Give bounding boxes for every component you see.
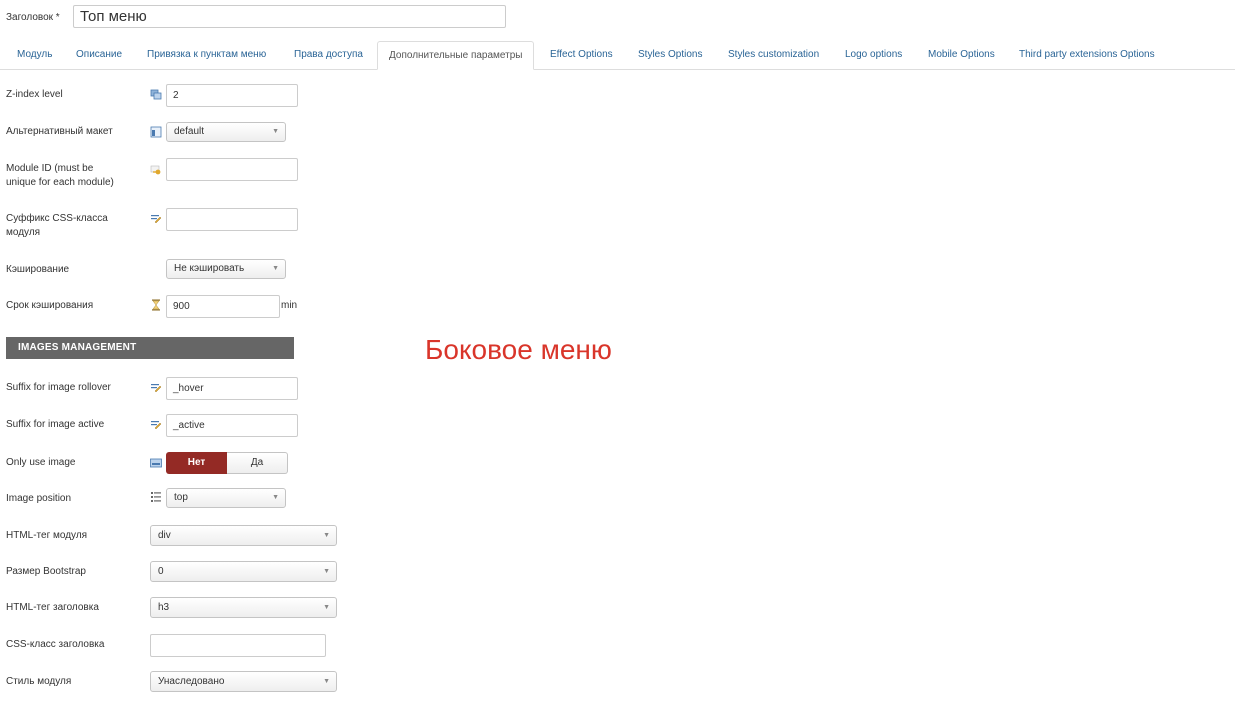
header-class-label: CSS-класс заголовка bbox=[6, 639, 105, 650]
chevron-down-icon: ▼ bbox=[323, 604, 330, 611]
module-style-label: Стиль модуля bbox=[6, 676, 72, 687]
tab-bar: Модуль Описание Привязка к пунктам меню … bbox=[0, 41, 1235, 70]
title-input[interactable]: Топ меню bbox=[73, 5, 506, 28]
image-position-select[interactable]: top ▼ bbox=[166, 488, 286, 508]
only-image-label: Only use image bbox=[6, 457, 76, 468]
html-tag-select-value: div bbox=[158, 530, 171, 541]
rollover-suffix-label: Suffix for image rollover bbox=[6, 382, 111, 393]
tab-mobile-options[interactable]: Mobile Options bbox=[917, 41, 1006, 69]
pencil-icon bbox=[151, 384, 162, 393]
rollover-suffix-input[interactable]: _hover bbox=[166, 377, 298, 400]
zindex-label: Z-index level bbox=[6, 89, 63, 100]
chevron-down-icon: ▼ bbox=[323, 532, 330, 539]
tab-permissions[interactable]: Права доступа bbox=[283, 41, 374, 69]
css-suffix-label-line2: модуля bbox=[6, 227, 41, 238]
pencil-icon bbox=[151, 215, 162, 224]
images-management-header: IMAGES MANAGEMENT bbox=[6, 337, 294, 359]
bootstrap-size-select-value: 0 bbox=[158, 566, 164, 577]
module-id-label-line1: Module ID (must be bbox=[6, 163, 94, 174]
tab-logo-options[interactable]: Logo options bbox=[834, 41, 913, 69]
only-image-no-button[interactable]: Нет bbox=[166, 452, 227, 474]
image-position-label: Image position bbox=[6, 493, 72, 504]
list-icon bbox=[151, 492, 161, 502]
active-suffix-label: Suffix for image active bbox=[6, 419, 105, 430]
module-id-label-line2: unique for each module) bbox=[6, 177, 114, 188]
caching-label: Кэширование bbox=[6, 264, 70, 275]
tab-menu-assignment[interactable]: Привязка к пунктам меню bbox=[136, 41, 277, 69]
key-icon bbox=[150, 165, 161, 175]
hourglass-icon bbox=[152, 299, 160, 311]
bootstrap-size-label: Размер Bootstrap bbox=[6, 566, 86, 577]
layout-label: Альтернативный макет bbox=[6, 126, 113, 137]
tab-styles-options[interactable]: Styles Options bbox=[627, 41, 713, 69]
layout-select-value: default bbox=[174, 126, 205, 137]
header-tag-select-value: h3 bbox=[158, 602, 170, 613]
tab-styles-customization[interactable]: Styles customization bbox=[717, 41, 830, 69]
layout-icon bbox=[150, 126, 162, 138]
annotation-text: Боковое меню bbox=[425, 334, 612, 365]
active-suffix-input[interactable]: _active bbox=[166, 414, 298, 437]
chevron-down-icon: ▼ bbox=[323, 568, 330, 575]
chevron-down-icon: ▼ bbox=[272, 494, 279, 501]
css-suffix-label-line1: Суффикс CSS-класса bbox=[6, 213, 108, 224]
header-tag-label: HTML-тег заголовка bbox=[6, 602, 99, 613]
image-icon bbox=[150, 458, 162, 468]
cache-time-label: Срок кэширования bbox=[6, 300, 94, 311]
caching-select[interactable]: Не кэшировать ▼ bbox=[166, 259, 286, 279]
pencil-icon bbox=[151, 421, 162, 430]
tab-description[interactable]: Описание bbox=[65, 41, 133, 69]
only-image-toggle: Нет Да bbox=[166, 452, 288, 474]
only-image-yes-button[interactable]: Да bbox=[227, 452, 288, 474]
tab-advanced[interactable]: Дополнительные параметры bbox=[377, 41, 535, 70]
html-tag-select[interactable]: div ▼ bbox=[150, 525, 337, 546]
chevron-down-icon: ▼ bbox=[323, 678, 330, 685]
css-suffix-input[interactable] bbox=[166, 208, 298, 231]
tab-module[interactable]: Модуль bbox=[6, 41, 63, 69]
html-tag-label: HTML-тег модуля bbox=[6, 530, 88, 541]
chevron-down-icon: ▼ bbox=[272, 265, 279, 272]
zindex-input[interactable]: 2 bbox=[166, 84, 298, 107]
module-style-select-value: Унаследовано bbox=[158, 676, 225, 687]
cache-time-input[interactable]: 900 bbox=[166, 295, 280, 318]
module-style-select[interactable]: Унаследовано ▼ bbox=[150, 671, 337, 692]
chevron-down-icon: ▼ bbox=[272, 128, 279, 135]
bootstrap-size-select[interactable]: 0 ▼ bbox=[150, 561, 337, 582]
layout-select[interactable]: default ▼ bbox=[166, 122, 286, 142]
image-position-select-value: top bbox=[174, 492, 188, 503]
tab-effect-options[interactable]: Effect Options bbox=[539, 41, 624, 69]
title-label: Заголовок * bbox=[6, 12, 60, 23]
cache-time-unit: min bbox=[281, 300, 298, 311]
tab-third-party-options[interactable]: Third party extensions Options bbox=[1008, 41, 1166, 69]
caching-select-value: Не кэшировать bbox=[174, 263, 245, 274]
header-tag-select[interactable]: h3 ▼ bbox=[150, 597, 337, 618]
header-class-input[interactable] bbox=[150, 634, 326, 657]
module-id-input[interactable] bbox=[166, 158, 298, 181]
layers-icon bbox=[150, 89, 162, 100]
